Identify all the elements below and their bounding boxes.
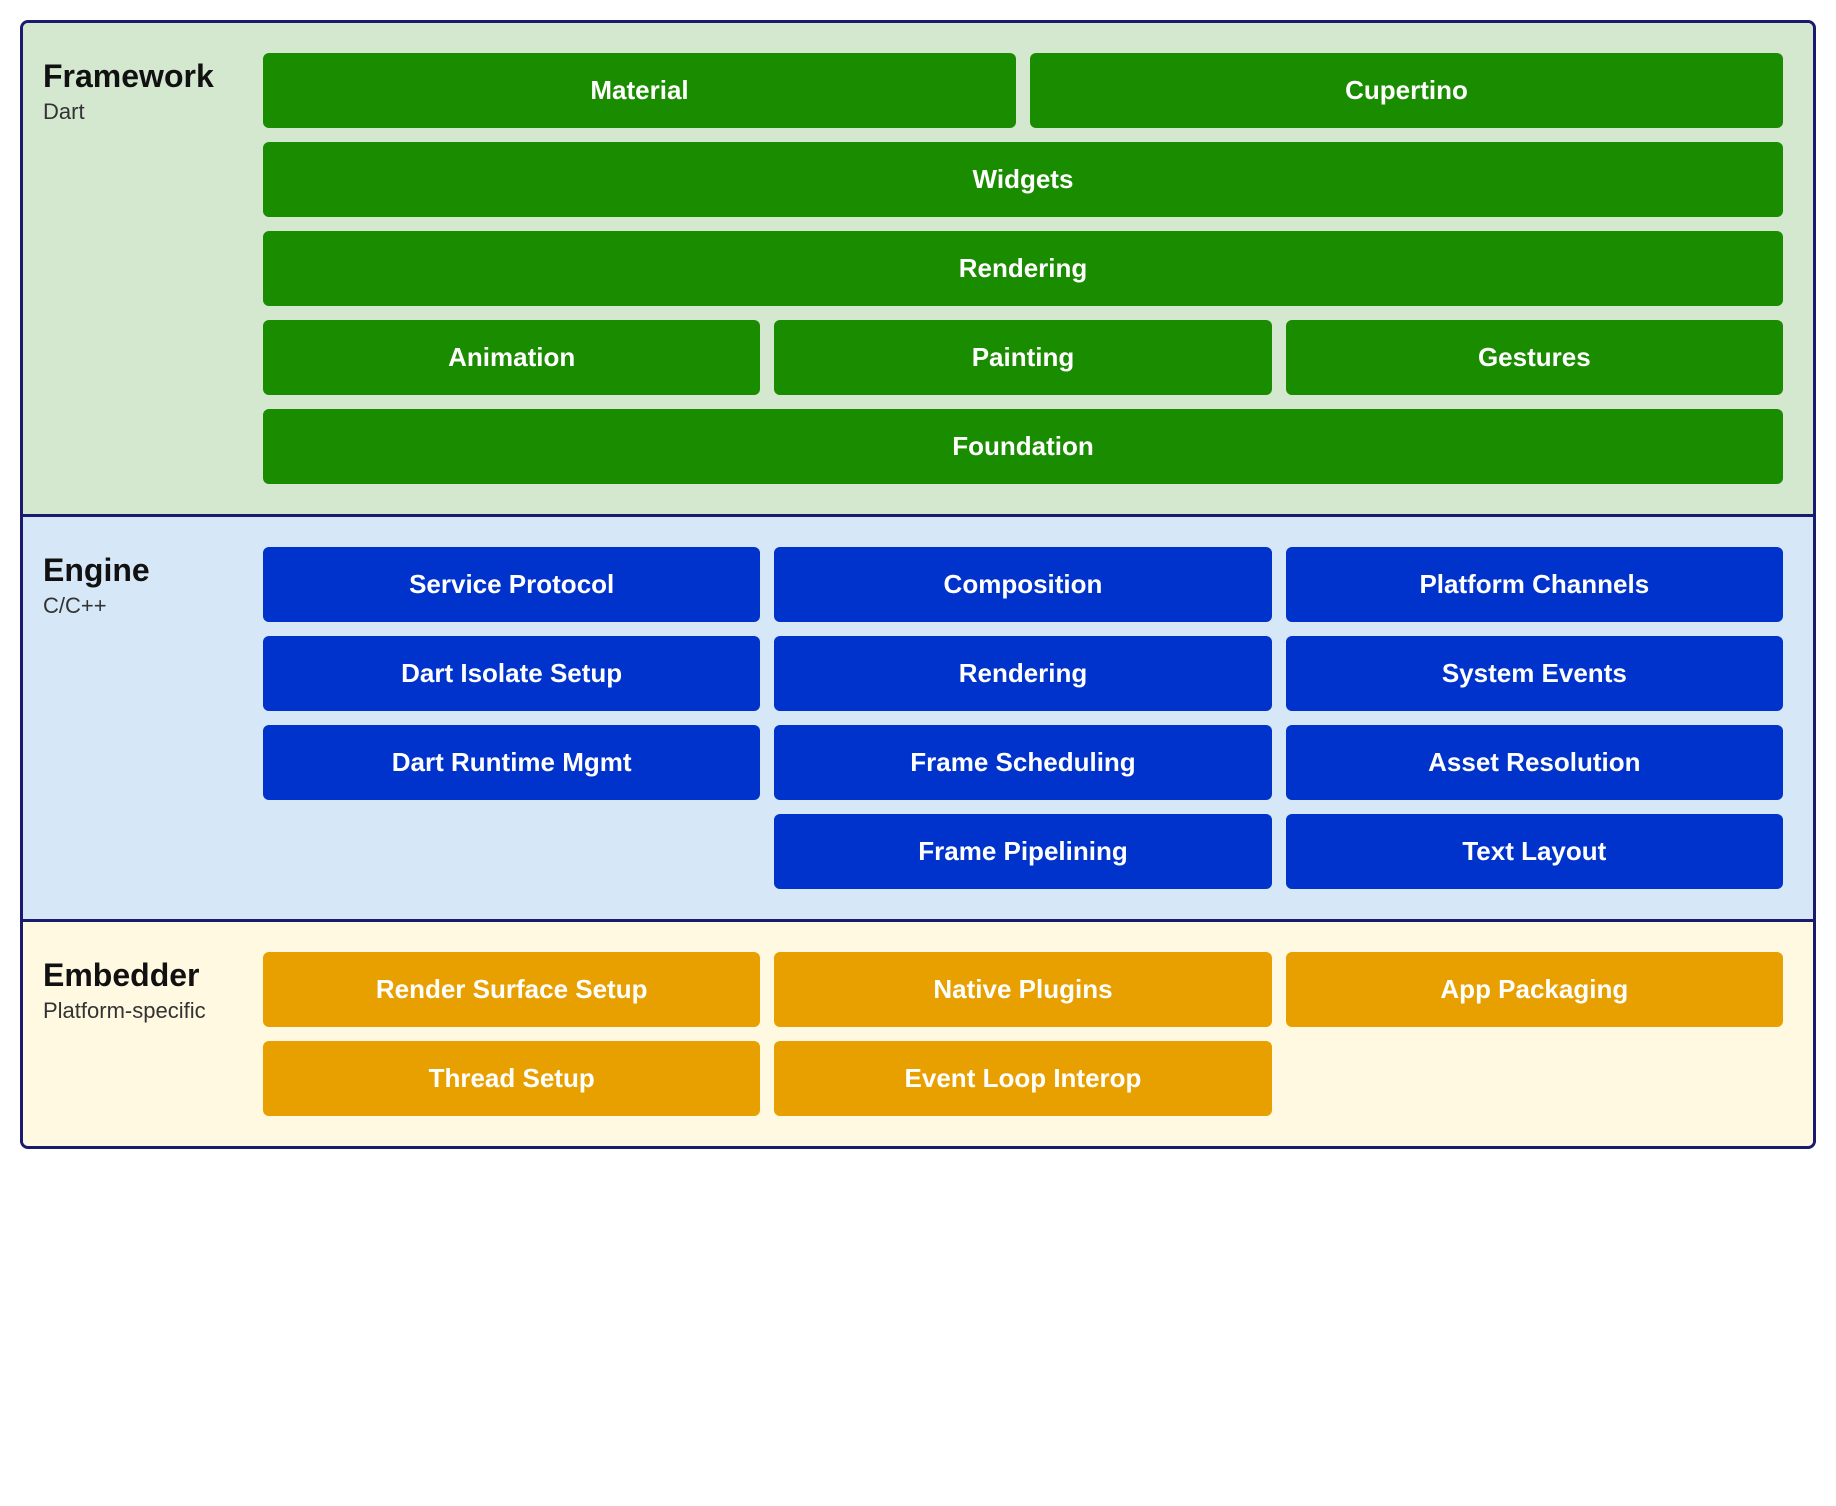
engine-title: Engine	[43, 552, 263, 589]
dart-isolate-setup-button[interactable]: Dart Isolate Setup	[263, 636, 760, 711]
flutter-architecture-diagram: Framework Dart Material Cupertino Widget…	[20, 20, 1816, 1149]
painting-button[interactable]: Painting	[774, 320, 1271, 395]
framework-row-4: Animation Painting Gestures	[263, 320, 1783, 395]
frame-scheduling-button[interactable]: Frame Scheduling	[774, 725, 1271, 800]
composition-button[interactable]: Composition	[774, 547, 1271, 622]
text-layout-button[interactable]: Text Layout	[1286, 814, 1783, 889]
engine-row-3: Dart Runtime Mgmt Frame Scheduling Asset…	[263, 725, 1783, 800]
service-protocol-button[interactable]: Service Protocol	[263, 547, 760, 622]
embedder-section: Embedder Platform-specific Render Surfac…	[23, 922, 1813, 1146]
dart-runtime-mgmt-button[interactable]: Dart Runtime Mgmt	[263, 725, 760, 800]
render-surface-setup-button[interactable]: Render Surface Setup	[263, 952, 760, 1027]
native-plugins-button[interactable]: Native Plugins	[774, 952, 1271, 1027]
engine-section: Engine C/C++ Service Protocol Compositio…	[23, 517, 1813, 922]
widgets-button[interactable]: Widgets	[263, 142, 1783, 217]
framework-subtitle: Dart	[43, 99, 263, 125]
engine-subtitle: C/C++	[43, 593, 263, 619]
rendering-framework-button[interactable]: Rendering	[263, 231, 1783, 306]
material-button[interactable]: Material	[263, 53, 1016, 128]
engine-label: Engine C/C++	[43, 547, 263, 889]
foundation-button[interactable]: Foundation	[263, 409, 1783, 484]
embedder-content: Render Surface Setup Native Plugins App …	[263, 952, 1783, 1116]
thread-setup-button[interactable]: Thread Setup	[263, 1041, 760, 1116]
framework-section: Framework Dart Material Cupertino Widget…	[23, 23, 1813, 517]
engine-row-2: Dart Isolate Setup Rendering System Even…	[263, 636, 1783, 711]
cupertino-button[interactable]: Cupertino	[1030, 53, 1783, 128]
framework-row-2: Widgets	[263, 142, 1783, 217]
framework-row-5: Foundation	[263, 409, 1783, 484]
engine-row-4: Frame Pipelining Text Layout	[263, 814, 1783, 889]
rendering-engine-button[interactable]: Rendering	[774, 636, 1271, 711]
frame-pipelining-button[interactable]: Frame Pipelining	[774, 814, 1271, 889]
engine-content: Service Protocol Composition Platform Ch…	[263, 547, 1783, 889]
embedder-title: Embedder	[43, 957, 263, 994]
system-events-button[interactable]: System Events	[1286, 636, 1783, 711]
event-loop-interop-button[interactable]: Event Loop Interop	[774, 1041, 1271, 1116]
asset-resolution-button[interactable]: Asset Resolution	[1286, 725, 1783, 800]
gestures-button[interactable]: Gestures	[1286, 320, 1783, 395]
animation-button[interactable]: Animation	[263, 320, 760, 395]
embedder-label: Embedder Platform-specific	[43, 952, 263, 1116]
engine-row-1: Service Protocol Composition Platform Ch…	[263, 547, 1783, 622]
app-packaging-button[interactable]: App Packaging	[1286, 952, 1783, 1027]
framework-label: Framework Dart	[43, 53, 263, 484]
framework-row-3: Rendering	[263, 231, 1783, 306]
framework-title: Framework	[43, 58, 263, 95]
framework-content: Material Cupertino Widgets Rendering Ani…	[263, 53, 1783, 484]
framework-row-1: Material Cupertino	[263, 53, 1783, 128]
platform-channels-button[interactable]: Platform Channels	[1286, 547, 1783, 622]
embedder-subtitle: Platform-specific	[43, 998, 263, 1024]
embedder-row-2: Thread Setup Event Loop Interop	[263, 1041, 1783, 1116]
embedder-row-1: Render Surface Setup Native Plugins App …	[263, 952, 1783, 1027]
